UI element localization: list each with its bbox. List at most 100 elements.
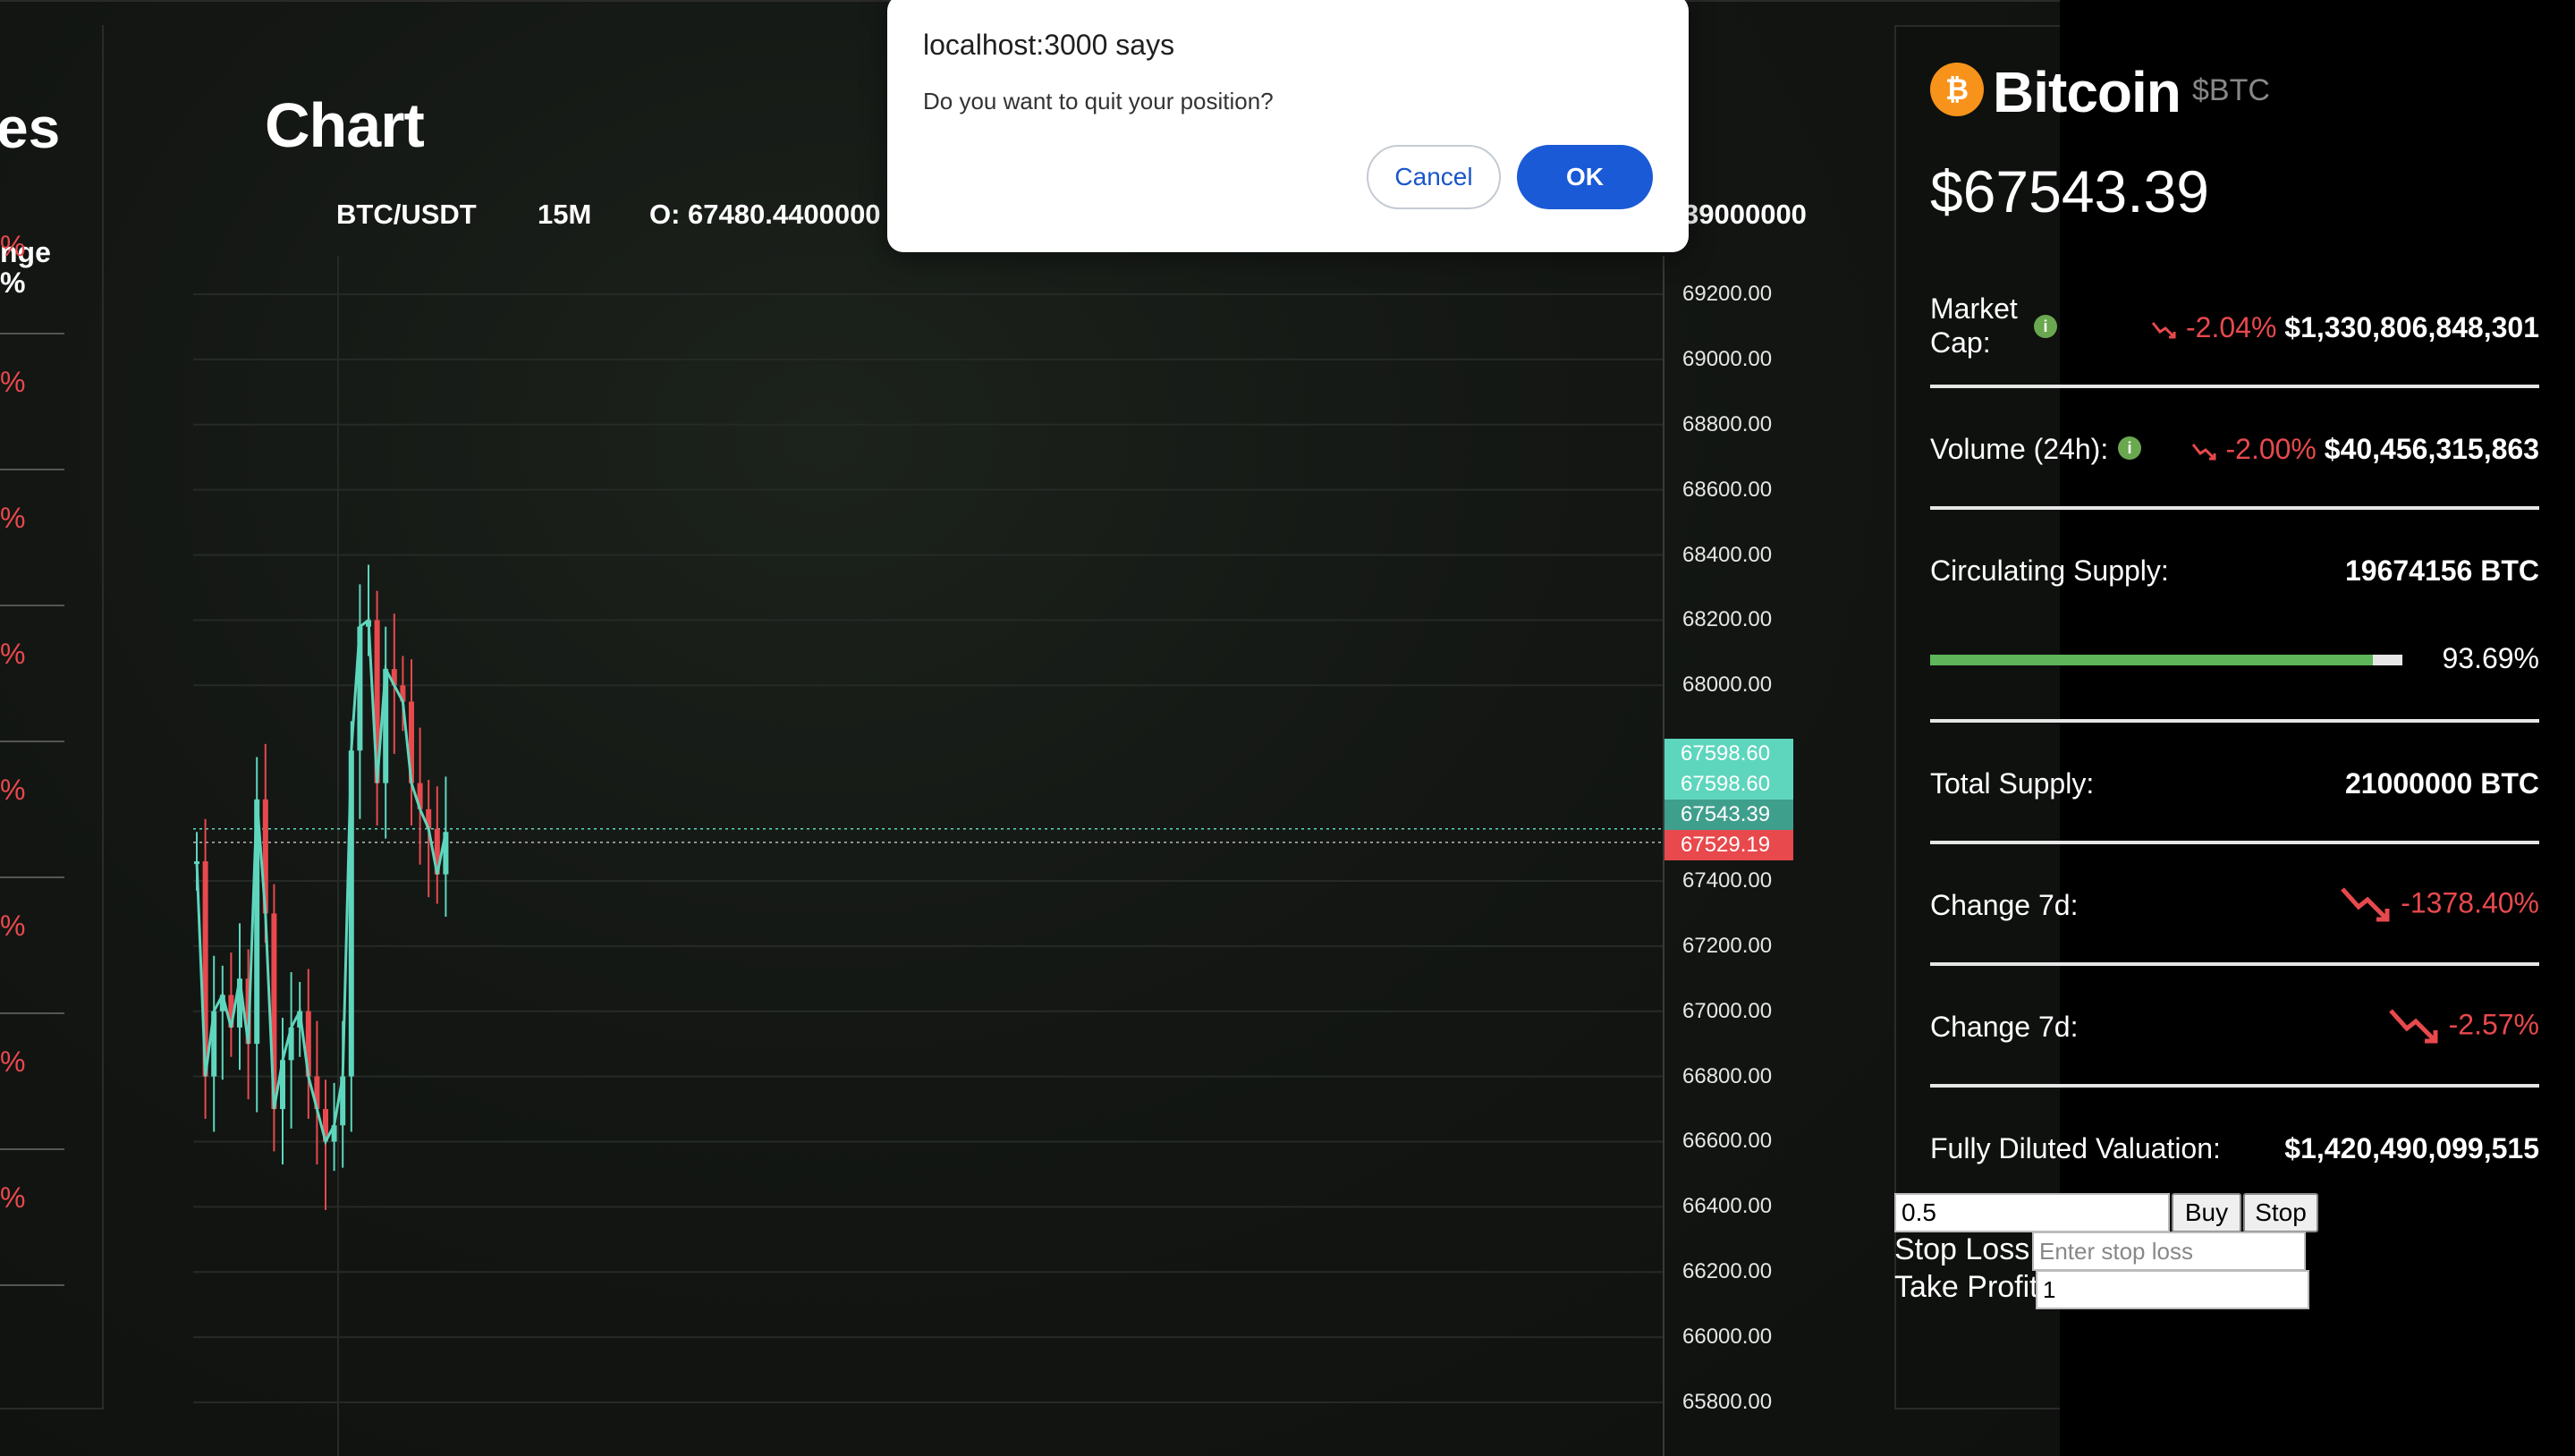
change-7d-stat: -2.57% — [2387, 1007, 2539, 1046]
supply-progress-bar — [1930, 655, 2402, 665]
fdv-value: $1,420,490,099,515 — [2284, 1132, 2539, 1164]
trend-down-icon — [2191, 443, 2216, 461]
timeframe-selector[interactable]: 15M — [538, 199, 591, 231]
price-tag: 67543.39 — [1664, 800, 1793, 830]
market-list-row[interactable]: % — [0, 1014, 64, 1150]
svg-text:₿: ₿ — [1945, 72, 1969, 106]
price-tick-label: 66800.00 — [1682, 1063, 1773, 1088]
buy-button[interactable]: Buy — [2172, 1193, 2241, 1232]
market-change-value: % — [0, 366, 26, 398]
price-tick-label: 68800.00 — [1682, 411, 1773, 436]
market-list-row[interactable]: % — [0, 742, 64, 878]
market-list-row[interactable]: % — [0, 1150, 64, 1286]
price-tick-label: 68200.00 — [1682, 607, 1773, 632]
trend-down-icon — [2388, 1009, 2438, 1044]
supply-percent: 93.69% — [2442, 642, 2539, 674]
price-tag: 67598.60 — [1664, 739, 1793, 769]
stat-separator — [1930, 841, 2539, 844]
dialog-message: Do you want to quit your position? — [923, 88, 1274, 114]
stat-separator — [1930, 962, 2539, 966]
app-window: es nge % %%%%%%%% Chart BTC/USDT 15M O: … — [0, 0, 2575, 1456]
coin-name: Bitcoin — [1993, 60, 2181, 124]
price-tick-label: 67400.00 — [1682, 868, 1773, 893]
circulating-supply-label: Circulating Supply: — [1930, 554, 2169, 587]
price-chart[interactable] — [193, 256, 1663, 1456]
coin-symbol: $BTC — [2192, 73, 2270, 107]
total-supply-label: Total Supply: — [1930, 767, 2095, 800]
supply-progress-fill — [1930, 655, 2373, 665]
market-change-value: % — [0, 910, 26, 942]
change-7d-value: -2.57% — [2448, 1008, 2539, 1041]
volume-label: Volume (24h): — [1930, 433, 2109, 465]
take-profit-label: Take Profit: — [1894, 1270, 2047, 1304]
stop-button[interactable]: Stop — [2243, 1193, 2318, 1232]
market-list-title: es — [0, 96, 61, 160]
ok-button[interactable]: OK — [1517, 145, 1653, 209]
total-supply-value: 21000000 BTC — [2344, 767, 2539, 800]
market-change-value: % — [0, 774, 26, 806]
change-7d-stat: -1378.40% — [2339, 885, 2539, 925]
trend-down-icon — [2341, 887, 2390, 922]
price-tick-label: 67200.00 — [1682, 933, 1773, 958]
stat-separator — [1930, 719, 2539, 723]
dialog-title: localhost:3000 says — [923, 29, 1175, 61]
price-tick-label: 67000.00 — [1682, 998, 1773, 1023]
volume-stat: -2.00% $40,456,315,863 — [2191, 433, 2539, 466]
price-tick-label: 69000.00 — [1682, 346, 1773, 371]
take-profit-input[interactable] — [2036, 1270, 2309, 1309]
market-cap-label-line2: Cap: — [1930, 326, 1991, 359]
circulating-supply-value: 19674156 BTC — [2344, 554, 2539, 587]
market-cap-stat: -2.04% $1,330,806,848,301 — [2151, 311, 2539, 344]
price-tick-label: 66400.00 — [1682, 1194, 1773, 1219]
fdv-label: Fully Diluted Valuation: — [1930, 1132, 2221, 1164]
price-tick-label: 69200.00 — [1682, 282, 1773, 306]
price-axis[interactable]: 69200.00 69000.00 68800.00 68600.00 68400.00… — [1663, 256, 1797, 1456]
market-list-row[interactable]: % — [0, 878, 64, 1014]
market-change-value: % — [0, 638, 26, 670]
change-7d-label: Change 7d: — [1930, 1011, 2079, 1043]
volume-info-icon[interactable]: i — [2118, 436, 2141, 460]
market-change-value: % — [0, 1045, 26, 1078]
market-cap-value: $1,330,806,848,301 — [2284, 311, 2539, 343]
stop-loss-input[interactable] — [2032, 1232, 2306, 1271]
price-tick-label: 66200.00 — [1682, 1259, 1773, 1284]
market-list-row[interactable]: % — [0, 334, 64, 470]
stat-separator — [1930, 385, 2539, 388]
trend-down-icon — [2151, 321, 2176, 339]
volume-change: -2.00% — [2225, 433, 2317, 465]
stat-separator — [1930, 506, 2539, 510]
price-tick-label: 68400.00 — [1682, 542, 1773, 567]
price-tick-label: 68600.00 — [1682, 477, 1773, 502]
market-change-value: % — [0, 230, 26, 262]
chart-title: Chart — [265, 90, 425, 160]
stop-loss-label: Stop Loss: — [1894, 1232, 2038, 1266]
market-change-value: % — [0, 502, 26, 534]
symbol-pair[interactable]: BTC/USDT — [336, 199, 477, 231]
market-list-row[interactable]: % — [0, 606, 64, 742]
confirm-dialog: localhost:3000 says Do you want to quit … — [887, 0, 1689, 252]
stat-separator — [1930, 1084, 2539, 1088]
market-cap-label: Market Cap: — [1930, 292, 2018, 360]
ohlc-volume: 39000000 — [1683, 199, 1807, 230]
price-tick-label: 66600.00 — [1682, 1129, 1773, 1154]
market-list-row[interactable]: % — [0, 470, 64, 606]
price-chart-svg[interactable] — [193, 256, 1663, 1456]
ohlc-open: O: 67480.4400000 — [649, 199, 881, 230]
quantity-input[interactable] — [1894, 1193, 2170, 1232]
market-cap-change: -2.04% — [2186, 311, 2277, 343]
change-7d-label: Change 7d: — [1930, 889, 2079, 921]
change-7d-value: -1378.40% — [2401, 886, 2539, 919]
price-tag: 67598.60 — [1664, 769, 1793, 800]
market-cap-info-icon[interactable]: i — [2034, 315, 2057, 338]
volume-value: $40,456,315,863 — [2324, 433, 2539, 465]
cancel-button[interactable]: Cancel — [1367, 145, 1501, 209]
market-cap-label-line1: Market — [1930, 292, 2018, 325]
market-change-value: % — [0, 1181, 26, 1214]
coin-price: $67543.39 — [1930, 158, 2209, 224]
price-tick-label: 68000.00 — [1682, 673, 1773, 698]
price-tick-label: 66000.00 — [1682, 1325, 1773, 1350]
bitcoin-icon: ₿ — [1930, 63, 1984, 116]
price-tag: 67529.19 — [1664, 830, 1793, 860]
market-list-row[interactable]: % — [0, 199, 64, 334]
price-tick-label: 65800.00 — [1682, 1390, 1773, 1414]
